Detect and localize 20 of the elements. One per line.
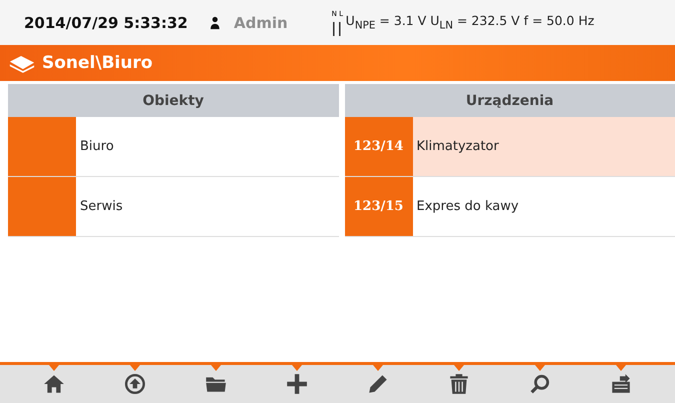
path-title: Sonel\Biuro xyxy=(42,53,153,73)
phase-bars-icon xyxy=(332,22,342,36)
user-name: Admin xyxy=(234,14,288,32)
up-arrow-circle-icon xyxy=(124,373,146,395)
list-item[interactable]: 123/15 Expres do kawy xyxy=(344,177,675,237)
user-icon xyxy=(208,16,222,30)
column-header: Urządzenia xyxy=(344,84,675,117)
search-icon xyxy=(528,373,551,395)
date-time: 2014/07/29 5:33:32 xyxy=(24,14,188,32)
list-item[interactable]: Serwis xyxy=(8,177,338,237)
home-icon xyxy=(43,373,66,395)
logo-icon xyxy=(8,54,36,72)
list-item[interactable]: Biuro xyxy=(8,117,338,177)
trash-icon xyxy=(448,373,470,395)
plus-icon xyxy=(286,373,308,395)
export-icon xyxy=(610,373,632,395)
column-header: Obiekty xyxy=(8,84,338,117)
voltage-readings: U$_{NPE}$ = 3.1 V U$_{LN}$ = 232.5 V f = 50.0 Hz xyxy=(346,13,594,32)
list-item[interactable]: 123/14 Klimatyzator xyxy=(344,117,675,177)
pencil-icon xyxy=(366,373,389,395)
